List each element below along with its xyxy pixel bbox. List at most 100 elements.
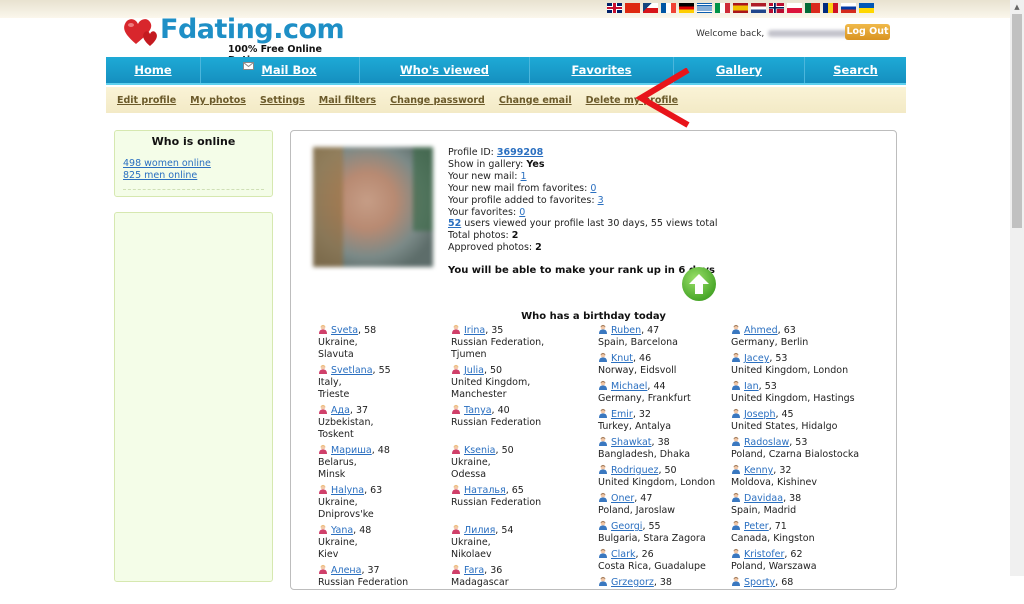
- arrow-up-icon: [689, 274, 709, 294]
- profile-photo[interactable]: [313, 147, 433, 267]
- birthday-user-location: Spain, Barcelona: [598, 337, 678, 348]
- birthday-user-age: , 53: [758, 381, 777, 392]
- birthday-user-link[interactable]: Tanya: [464, 405, 492, 416]
- nav-favorites-link[interactable]: Favorites: [571, 63, 631, 77]
- flag-nl-icon[interactable]: [751, 3, 766, 13]
- flag-fr-icon[interactable]: [661, 3, 676, 13]
- added-fav-link[interactable]: 3: [598, 195, 604, 206]
- flag-ru-icon[interactable]: [841, 3, 856, 13]
- flag-gb-icon[interactable]: [607, 3, 622, 13]
- women-online-link[interactable]: 498 women online: [123, 158, 211, 169]
- birthday-user-link[interactable]: Halyna: [331, 485, 364, 496]
- subnav-mail-filters[interactable]: Mail filters: [319, 95, 376, 106]
- birthday-user-age: , 65: [505, 485, 524, 496]
- birthday-user-link[interactable]: Shawkat: [611, 437, 652, 448]
- logout-button[interactable]: Log Out: [845, 24, 890, 40]
- birthday-user-link[interactable]: Лилия: [464, 525, 495, 536]
- birthday-user-link[interactable]: Svetlana: [331, 365, 373, 376]
- flag-gr-icon[interactable]: [697, 3, 712, 13]
- birthday-user-link[interactable]: Jacey: [744, 353, 769, 364]
- nav-mailbox[interactable]: Mail Box: [201, 57, 360, 83]
- subnav-my-photos[interactable]: My photos: [190, 95, 246, 106]
- birthday-user-link[interactable]: Kristofer: [744, 549, 784, 560]
- flag-it-icon[interactable]: [715, 3, 730, 13]
- birthday-user-link[interactable]: Julia: [464, 365, 484, 376]
- birthday-user-link[interactable]: Yana: [331, 525, 353, 536]
- nav-search[interactable]: Search: [805, 57, 906, 83]
- birthday-user-link[interactable]: Peter: [744, 521, 769, 532]
- profile-views-link[interactable]: 52: [448, 218, 461, 229]
- birthday-user-link[interactable]: Наталья: [464, 485, 506, 496]
- birthday-user-link[interactable]: Sveta: [331, 325, 358, 336]
- subnav-change-email[interactable]: Change email: [499, 95, 572, 106]
- birthday-user-link[interactable]: Knut: [611, 353, 633, 364]
- nav-home[interactable]: Home: [106, 57, 201, 83]
- birthday-user-link[interactable]: Irina: [464, 325, 485, 336]
- birthday-user-link[interactable]: Joseph: [744, 409, 775, 420]
- nav-gallery-link[interactable]: Gallery: [716, 63, 762, 77]
- male-user-icon: [598, 492, 608, 502]
- birthday-user-age: , 54: [495, 525, 514, 536]
- birthday-user-link[interactable]: Grzegorz: [611, 577, 654, 588]
- subnav-edit-profile[interactable]: Edit profile: [117, 95, 176, 106]
- female-user-icon: [451, 404, 461, 414]
- female-user-icon: [451, 484, 461, 494]
- birthday-user-city: Tjumen: [451, 349, 487, 360]
- subnav-change-password[interactable]: Change password: [390, 95, 485, 106]
- birthday-user-link[interactable]: Kenny: [744, 465, 773, 476]
- birthday-user-age: , 53: [769, 353, 788, 364]
- birthday-user-link[interactable]: Ian: [744, 381, 759, 392]
- birthday-user-link[interactable]: Rodriguez: [611, 465, 658, 476]
- flag-pt-icon[interactable]: [805, 3, 820, 13]
- birthday-user-link[interactable]: Emir: [611, 409, 633, 420]
- birthday-user-link[interactable]: Michael: [611, 381, 647, 392]
- your-fav-link[interactable]: 0: [519, 207, 525, 218]
- flag-no-icon[interactable]: [769, 3, 784, 13]
- flag-pl-icon[interactable]: [787, 3, 802, 13]
- birthday-entry: Knut, 46 Norway, Eidsvoll: [598, 352, 715, 377]
- nav-whos-viewed[interactable]: Who's viewed: [360, 57, 530, 83]
- birthday-entry: Georgi, 55 Bulgaria, Stara Zagora: [598, 520, 715, 545]
- flag-es-icon[interactable]: [733, 3, 748, 13]
- male-user-icon: [598, 352, 608, 362]
- birthday-title: Who has a birthday today: [521, 311, 666, 322]
- birthday-user-link[interactable]: Ksenia: [464, 445, 496, 456]
- birthday-user-location: Russian Federation: [451, 417, 542, 428]
- nav-search-link[interactable]: Search: [833, 63, 878, 77]
- flag-cz-icon[interactable]: [643, 3, 658, 13]
- nav-mailbox-link[interactable]: Mail Box: [261, 63, 316, 77]
- new-mail-link[interactable]: 1: [521, 171, 527, 182]
- nav-home-link[interactable]: Home: [134, 63, 171, 77]
- male-user-icon: [598, 548, 608, 558]
- birthday-user-link[interactable]: Davidaa: [744, 493, 783, 504]
- birthday-user-link[interactable]: Radoslaw: [744, 437, 789, 448]
- flag-ro-icon[interactable]: [823, 3, 838, 13]
- flag-ua-icon[interactable]: [859, 3, 874, 13]
- subnav-settings[interactable]: Settings: [260, 95, 305, 106]
- male-user-icon: [598, 324, 608, 334]
- birthday-user-link[interactable]: Ahmed: [744, 325, 778, 336]
- birthday-user-city: Manchester: [451, 389, 507, 400]
- scroll-up-icon[interactable]: ▲: [1010, 0, 1024, 14]
- birthday-user-age: , 47: [634, 493, 653, 504]
- birthday-user-link[interactable]: Ruben: [611, 325, 641, 336]
- birthday-user-link[interactable]: Ада: [331, 405, 350, 416]
- new-mail-fav-link[interactable]: 0: [590, 183, 596, 194]
- birthday-user-link[interactable]: Georgi: [611, 521, 642, 532]
- birthday-user-link[interactable]: Oner: [611, 493, 634, 504]
- birthday-user-link[interactable]: Fara: [464, 565, 484, 576]
- site-logo[interactable]: Fdating.com 100% Free Online Dating: [120, 14, 360, 66]
- birthday-user-link[interactable]: Clark: [611, 549, 636, 560]
- scroll-thumb[interactable]: [1012, 14, 1022, 228]
- birthday-user-link[interactable]: Алена: [331, 565, 361, 576]
- birthday-user-link[interactable]: Sporty: [744, 577, 775, 588]
- birthday-user-link[interactable]: Мариша: [331, 445, 372, 456]
- male-user-icon: [731, 436, 741, 446]
- flag-de-icon[interactable]: [679, 3, 694, 13]
- nav-whos-viewed-link[interactable]: Who's viewed: [400, 63, 489, 77]
- flag-cn-icon[interactable]: [625, 3, 640, 13]
- men-online-link[interactable]: 825 men online: [123, 170, 197, 181]
- vertical-scrollbar[interactable]: ▲: [1010, 0, 1024, 576]
- rank-up-button[interactable]: [682, 267, 716, 301]
- profile-id-link[interactable]: 3699208: [497, 147, 543, 158]
